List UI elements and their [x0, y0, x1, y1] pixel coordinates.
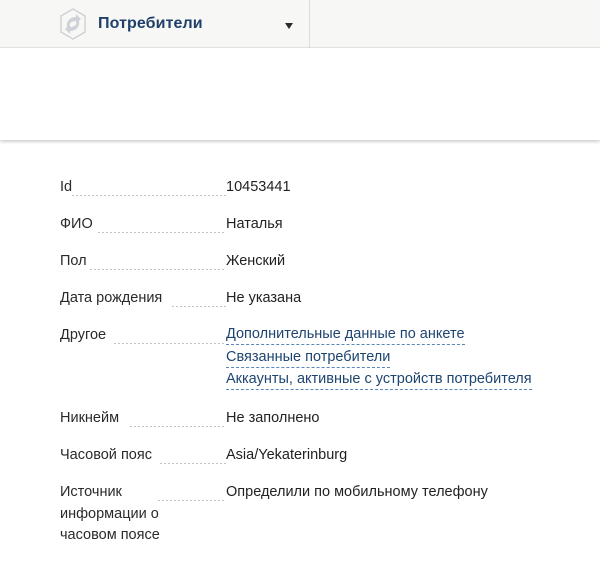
detail-row-nickname: Никнейм Не заполнено [60, 408, 580, 430]
detail-row-birthdate: Дата рождения Не указана [60, 288, 580, 310]
content-panel [0, 48, 600, 140]
consumer-details: Id 10453441 ФИО Наталья Пол Женский Дата… [60, 177, 580, 562]
detail-label-text: Никнейм [60, 410, 120, 426]
detail-row-id: Id 10453441 [60, 177, 580, 199]
detail-label-text: Источник информации о часовом поясе [60, 484, 160, 543]
detail-label-text: Пол [60, 253, 87, 269]
dotted-leader [158, 500, 226, 501]
dotted-leader [90, 268, 226, 270]
detail-row-timezone: Часовой пояс Asia/Yekaterinburg [60, 445, 580, 467]
link-device-accounts[interactable]: Аккаунты, активные с устройств потребите… [226, 370, 532, 390]
detail-value-gender: Женский [226, 253, 286, 269]
dotted-leader [72, 194, 226, 196]
detail-row-fio: ФИО Наталья [60, 214, 580, 236]
detail-links: Дополнительные данные по анкете Связанны… [226, 325, 580, 393]
detail-value-id: 10453441 [226, 179, 291, 195]
detail-value-nickname: Не заполнено [226, 410, 320, 426]
dotted-leader [130, 425, 226, 427]
detail-label: Пол [60, 251, 226, 273]
detail-value-fio: Наталья [226, 216, 283, 232]
detail-label-text: Часовой пояс [60, 447, 152, 463]
detail-label-text: Другое [60, 327, 107, 343]
dotted-leader [98, 231, 226, 233]
dotted-leader [172, 305, 226, 307]
toolbar-divider [309, 0, 310, 48]
detail-label: Другое [60, 325, 226, 393]
dotted-leader [160, 462, 226, 464]
detail-label: ФИО [60, 214, 226, 236]
detail-row-gender: Пол Женский [60, 251, 580, 273]
detail-label-text: ФИО [60, 216, 93, 232]
detail-label: Дата рождения [60, 288, 226, 310]
section-switcher-dropdown[interactable]: Потребители [58, 5, 306, 43]
dotted-leader [114, 343, 226, 344]
detail-label-text: Дата рождения [60, 290, 163, 306]
detail-value-timezone: Asia/Yekaterinburg [226, 447, 348, 463]
detail-row-timezone-source: Источник информации о часовом поясе Опре… [60, 482, 580, 547]
top-bar: Потребители [0, 0, 600, 48]
section-title: Потребители [98, 15, 203, 32]
detail-label-text: Id [60, 179, 73, 195]
detail-label: Id [60, 177, 226, 199]
link-related-consumers[interactable]: Связанные потребители [226, 348, 391, 368]
detail-label: Источник информации о часовом поясе [60, 482, 226, 547]
detail-value-birthdate: Не указана [226, 290, 302, 306]
detail-value-timezone-source: Определили по мобильному телефону [226, 484, 488, 500]
detail-row-other: Другое Дополнительные данные по анкете С… [60, 325, 580, 393]
link-additional-questionnaire-data[interactable]: Дополнительные данные по анкете [226, 325, 465, 345]
detail-label: Часовой пояс [60, 445, 226, 467]
rotating-arrows-logo-icon [58, 7, 88, 41]
triangle-down-icon [284, 18, 294, 29]
detail-label: Никнейм [60, 408, 226, 430]
